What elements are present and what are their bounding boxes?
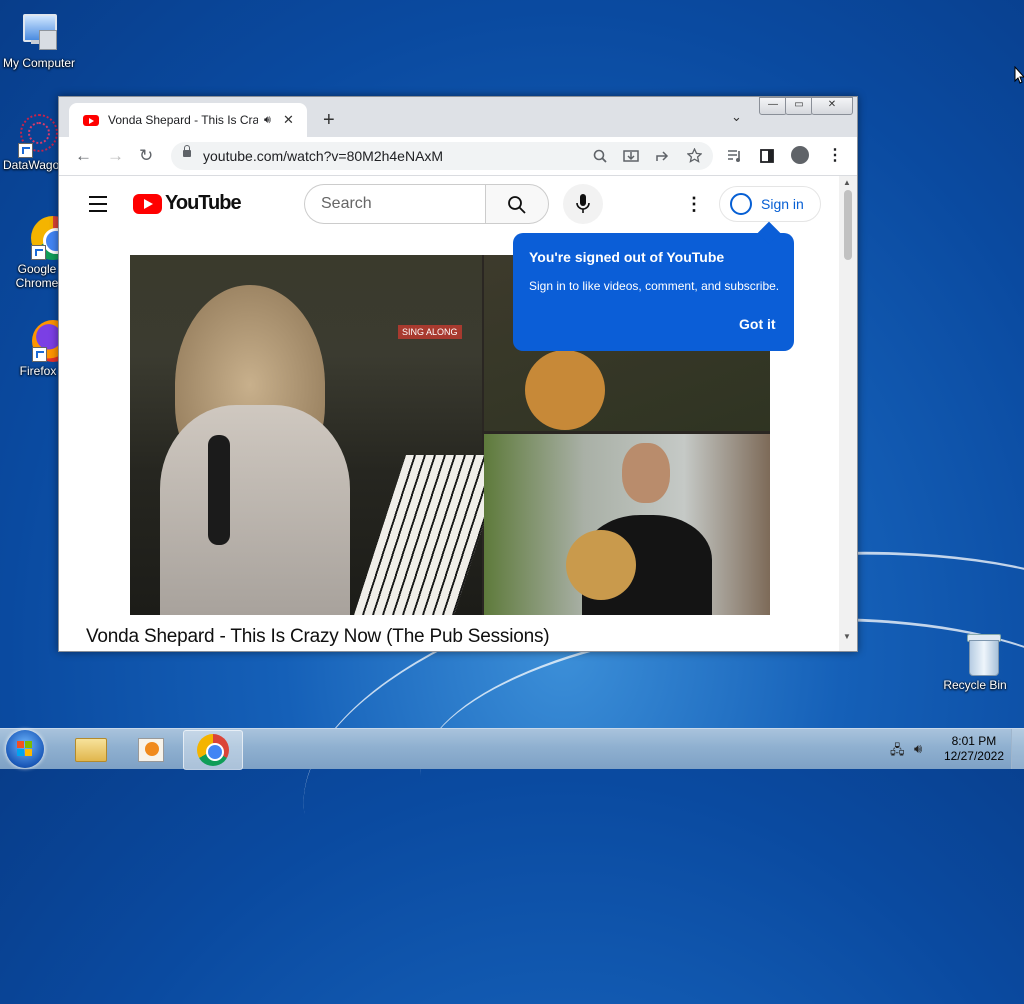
- sign-in-button[interactable]: Sign in: [719, 186, 821, 222]
- show-desktop-button[interactable]: [1011, 729, 1024, 769]
- youtube-page: YouTube Search ⋮ Sign in SING ALONG Vond…: [59, 176, 839, 651]
- video-title: Vonda Shepard - This Is Crazy Now (The P…: [86, 626, 550, 647]
- tab-title: Vonda Shepard - This Is Crazy Now (The P…: [108, 113, 258, 127]
- minimize-button[interactable]: —: [759, 97, 787, 115]
- chrome-window: Vonda Shepard - This Is Crazy Now (The P…: [58, 96, 858, 652]
- settings-menu-icon[interactable]: ⋮: [685, 194, 703, 215]
- start-button[interactable]: [6, 730, 44, 768]
- shortcut-arrow-icon: [31, 245, 46, 260]
- video-guitar: [566, 530, 636, 600]
- search-placeholder: Search: [321, 195, 372, 212]
- address-bar[interactable]: youtube.com/watch?v=80M2h4eNAxM: [171, 142, 713, 170]
- chrome-icon: [15, 216, 75, 260]
- voice-search-button[interactable]: [563, 184, 603, 224]
- star-icon[interactable]: [687, 148, 702, 163]
- taskbar-media-player[interactable]: [122, 730, 180, 768]
- search-button[interactable]: [485, 184, 549, 224]
- video-guitar: [525, 350, 605, 430]
- desktop-icon-label: My Computer: [2, 56, 76, 70]
- tab-youtube[interactable]: Vonda Shepard - This Is Crazy Now (The P…: [69, 103, 307, 137]
- network-icon[interactable]: 🖧︎: [890, 741, 905, 763]
- shortcut-arrow-icon: [32, 347, 47, 362]
- firefox-icon: [16, 318, 74, 362]
- desktop-icon-my-computer[interactable]: My Computer: [0, 10, 79, 70]
- desktop-icon-recycle-bin[interactable]: Recycle Bin: [935, 632, 1015, 692]
- install-icon[interactable]: [623, 149, 639, 163]
- shortcut-arrow-icon: [18, 143, 33, 158]
- tab-search-button[interactable]: ⌄: [731, 109, 742, 125]
- tooltip-body: Sign in to like videos, comment, and sub…: [529, 279, 780, 293]
- close-window-button[interactable]: ✕: [811, 97, 853, 115]
- recycle-bin-icon: [953, 632, 1001, 676]
- back-button[interactable]: ←: [75, 146, 92, 166]
- forward-button[interactable]: →: [107, 146, 124, 166]
- clock-time: 8:01 PM: [951, 734, 997, 748]
- youtube-play-icon: [133, 193, 162, 214]
- scroll-up-arrow-icon[interactable]: ▲: [843, 178, 851, 187]
- microphone-icon: [576, 194, 590, 213]
- search-input[interactable]: Search: [304, 184, 485, 224]
- tooltip-title: You're signed out of YouTube: [529, 249, 725, 265]
- scroll-thumb[interactable]: [844, 190, 852, 260]
- taskbar-google-chrome[interactable]: [183, 730, 243, 770]
- browser-toolbar: ← → ↻ youtube.com/watch?v=80M2h4eNAxM ⋮: [59, 137, 857, 176]
- page-scrollbar[interactable]: ▲ ▼: [839, 176, 857, 651]
- taskbar-file-explorer[interactable]: [62, 730, 120, 768]
- maximize-button[interactable]: ▭: [785, 97, 813, 115]
- taskbar: 🖧︎ 🔊︎ 8:01 PM 12/27/2022: [0, 728, 1024, 770]
- search-icon[interactable]: [593, 149, 607, 163]
- youtube-logo[interactable]: YouTube: [133, 192, 242, 215]
- video-microphone: [208, 435, 230, 545]
- mouse-cursor-icon: [1014, 66, 1024, 84]
- sidepanel-icon[interactable]: [760, 149, 774, 163]
- volume-icon[interactable]: 🔊︎: [914, 741, 922, 757]
- system-clock[interactable]: 8:01 PM 12/27/2022: [944, 734, 1004, 764]
- speaker-icon[interactable]: 🔊︎: [264, 114, 271, 127]
- search-icon: [508, 196, 526, 214]
- media-icon[interactable]: [727, 149, 743, 163]
- video-guitarist-face: [622, 443, 670, 503]
- youtube-logo-text: YouTube: [165, 192, 242, 214]
- windows-logo-icon: [17, 741, 33, 757]
- desktop-icon-label: Recycle Bin: [943, 678, 1007, 692]
- url-text[interactable]: youtube.com/watch?v=80M2h4eNAxM: [203, 148, 443, 164]
- scroll-down-arrow-icon[interactable]: ▼: [843, 632, 851, 641]
- sign-in-label: Sign in: [761, 196, 804, 212]
- profile-icon[interactable]: [791, 146, 809, 164]
- lock-icon[interactable]: [183, 145, 191, 157]
- datawagon-icon: [10, 112, 58, 158]
- menu-icon[interactable]: ⋮: [827, 145, 843, 165]
- got-it-button[interactable]: Got it: [739, 316, 776, 332]
- folder-icon: [75, 738, 107, 762]
- tab-close-button[interactable]: ✕: [283, 112, 294, 128]
- guide-menu-icon[interactable]: [89, 196, 107, 217]
- youtube-favicon-icon: [83, 114, 99, 126]
- tab-strip: Vonda Shepard - This Is Crazy Now (The P…: [59, 97, 857, 137]
- signed-out-tooltip: You're signed out of YouTube Sign in to …: [513, 233, 794, 351]
- reload-button[interactable]: ↻: [139, 146, 153, 166]
- clock-date: 12/27/2022: [943, 749, 1004, 763]
- account-icon: [730, 193, 752, 215]
- share-icon[interactable]: [655, 149, 671, 163]
- new-tab-button[interactable]: +: [323, 109, 335, 132]
- computer-icon: [17, 10, 61, 54]
- video-sign: SING ALONG: [398, 325, 462, 339]
- video-performer-body: [160, 405, 350, 615]
